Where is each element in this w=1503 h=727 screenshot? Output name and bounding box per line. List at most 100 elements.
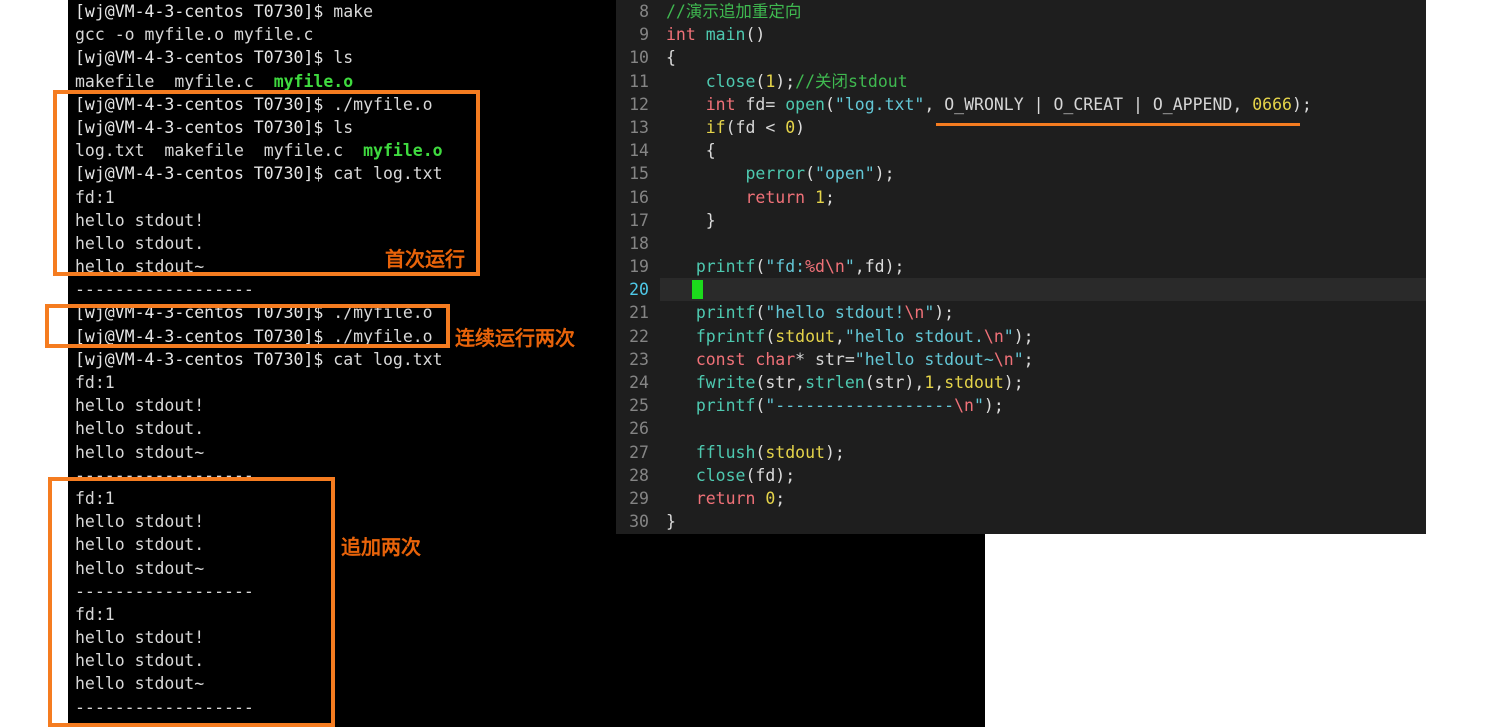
terminal-line: [wj@VM-4-3-centos T0730]$ cat log.txt <box>75 162 443 185</box>
code-line[interactable]: 16 return 1; <box>616 185 1426 209</box>
code-token: \n <box>954 396 974 416</box>
shell-prompt: [wj@VM-4-3-centos T0730]$ <box>75 349 334 369</box>
code-token: " <box>924 303 935 323</box>
code-token: 0666 <box>1252 94 1292 114</box>
code-token: \n <box>993 349 1014 369</box>
terminal-output-line: hello stdout. <box>75 651 205 671</box>
code-token: stdout <box>775 326 835 346</box>
line-number: 19 <box>616 255 660 279</box>
annotation-underline-open-flags-underline <box>936 123 1300 126</box>
line-number: 11 <box>616 69 660 93</box>
code-token: 0 <box>785 117 796 137</box>
code-line[interactable]: 19 printf("fd:%d\n",fd); <box>616 255 1426 279</box>
annotation-label-first-run: 首次运行 <box>385 247 465 271</box>
line-number: 23 <box>616 347 660 372</box>
code-line[interactable]: 21 printf("hello stdout!\n"); <box>616 301 1426 325</box>
code-token: printf <box>695 303 756 323</box>
code-line[interactable]: 18 <box>616 231 1426 256</box>
code-line[interactable]: 17 } <box>616 208 1426 232</box>
code-text: close(fd); <box>660 464 795 487</box>
line-number: 12 <box>616 92 660 116</box>
code-line[interactable]: 22 fprintf(stdout,"hello stdout.\n"); <box>616 324 1426 348</box>
code-token: fwrite <box>695 373 756 392</box>
line-number: 22 <box>616 324 660 348</box>
code-line[interactable]: 8 //演示追加重定向 <box>616 0 1426 24</box>
code-token: return <box>695 488 756 508</box>
code-text: } <box>660 510 676 533</box>
shell-prompt: [wj@VM-4-3-centos T0730]$ <box>75 94 334 114</box>
shell-command: cat log.txt <box>333 349 443 369</box>
shell-prompt: [wj@VM-4-3-centos T0730]$ <box>75 2 334 21</box>
terminal-output-line: hello stdout! <box>75 396 205 416</box>
code-token: ); <box>874 164 895 184</box>
code-line[interactable]: 26 <box>616 417 1426 441</box>
code-token: ( <box>805 164 816 184</box>
code-text: printf("hello stdout!\n"); <box>660 301 954 324</box>
code-token: perror <box>745 164 806 184</box>
code-line[interactable]: 14 { <box>616 139 1426 163</box>
terminal-line: [wj@VM-4-3-centos T0730]$ ls <box>75 116 443 139</box>
code-token: close <box>705 71 756 91</box>
code-line[interactable]: 12 int fd= open("log.txt", O_WRONLY | O_… <box>616 92 1426 116</box>
code-token: ); <box>1003 373 1024 392</box>
code-line[interactable]: 28 close(fd); <box>616 463 1426 487</box>
code-line[interactable]: 9 int main() <box>616 23 1426 47</box>
code-line[interactable]: 15 perror("open"); <box>616 162 1426 186</box>
code-line[interactable]: 30} <box>616 510 1426 534</box>
code-token: O_APPEND <box>1152 94 1233 114</box>
terminal-output: [wj@VM-4-3-centos T0730]$ make gcc -o myf… <box>75 0 443 719</box>
code-editor-lines: 8//演示追加重定向 9 int main() 10{11 close(1);//关闭… <box>616 0 1426 534</box>
line-number: 20 <box>616 278 660 302</box>
line-number: 10 <box>616 46 660 70</box>
code-line[interactable]: 11 close(1);//关闭stdout <box>616 69 1426 93</box>
code-line[interactable]: 20 <box>616 278 1426 302</box>
code-token: ( <box>755 303 766 323</box>
shell-command: cat log.txt <box>333 164 443 184</box>
code-line[interactable]: 25 printf("------------------\n"); <box>616 394 1426 418</box>
code-token: //关闭stdout <box>795 71 908 91</box>
code-line[interactable]: 27 fflush(stdout); <box>616 440 1426 464</box>
code-token: } <box>666 512 676 532</box>
code-token: ; <box>1023 349 1034 369</box>
code-token: ( <box>755 71 766 91</box>
code-token: fd= <box>735 94 786 114</box>
terminal-output-line: fd:1 <box>75 373 115 392</box>
terminal-output-line: fd:1 <box>75 604 115 624</box>
code-token: 1 <box>815 187 825 207</box>
code-text: int main() <box>660 23 765 46</box>
code-token: return <box>745 187 806 207</box>
shell-prompt: [wj@VM-4-3-centos T0730]$ <box>75 164 334 184</box>
line-number: 18 <box>616 231 660 256</box>
code-token: () <box>745 25 766 45</box>
code-line[interactable]: 29 return 0; <box>616 486 1426 511</box>
shell-command: ./myfile.o <box>333 94 433 114</box>
shell-command: ls <box>333 48 354 68</box>
code-token: O_CREAT <box>1053 94 1124 114</box>
code-line[interactable]: 23 const char* str="hello stdout~\n"; <box>616 347 1426 372</box>
ls-entry-executable: myfile.o <box>363 141 443 161</box>
code-line[interactable]: 13 if(fd < 0) <box>616 115 1426 140</box>
code-token: %d <box>805 257 825 277</box>
terminal-output-line: hello stdout. <box>75 419 205 439</box>
code-line[interactable]: 24 fwrite(str,strlen(str),1,stdout); <box>616 371 1426 395</box>
terminal-line: [wj@VM-4-3-centos T0730]$ ./myfile.o <box>75 93 443 116</box>
code-token: ; <box>775 488 786 508</box>
terminal-output-line: ------------------ <box>75 697 254 717</box>
code-editor-panel[interactable]: 8//演示追加重定向 9 int main() 10{11 close(1);//关闭… <box>616 0 1426 534</box>
terminal-line: [wj@VM-4-3-centos T0730]$ ./myfile.o <box>75 301 443 324</box>
code-line[interactable]: 10 { <box>616 46 1426 70</box>
code-token: , <box>934 373 945 392</box>
code-token: //演示追加重定向 <box>666 2 802 21</box>
terminal-line: [wj@VM-4-3-centos T0730]$ ./myfile.o <box>75 325 443 348</box>
shell-command: ./myfile.o <box>333 303 433 323</box>
code-token: int <box>666 25 696 45</box>
code-text: if(fd < 0) <box>660 116 805 139</box>
terminal-output-line: fd:1 <box>75 187 115 207</box>
code-token: \n <box>824 257 845 277</box>
